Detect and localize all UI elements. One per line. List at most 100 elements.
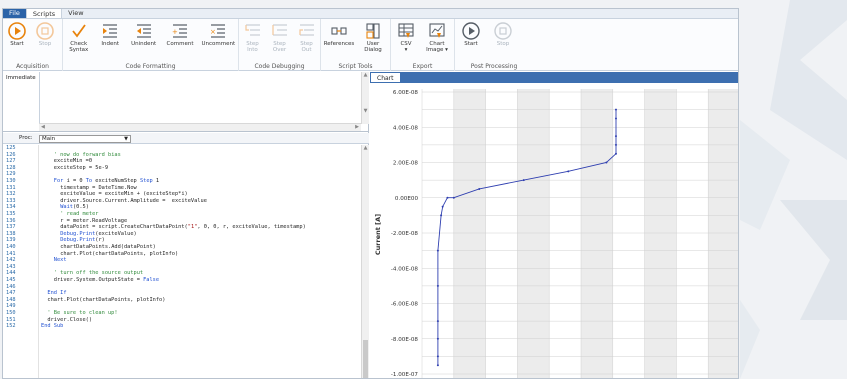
app-window: File Scripts View Start Stop Acquisition	[2, 8, 739, 379]
references-icon	[330, 22, 348, 40]
code-token: exciteNumStep	[92, 178, 140, 184]
code-token: Step	[139, 178, 153, 184]
post-processing-start-button[interactable]: Start	[456, 22, 486, 47]
step-over-button[interactable]: Step Over	[267, 22, 292, 53]
uncomment-button[interactable]: × Uncomment	[200, 22, 237, 47]
step-over-label: Step Over	[272, 41, 287, 53]
line-number-gutter: 125 126 127 128 129 130 131 132 133 134 135 136 137 1…	[3, 145, 39, 378]
immediate-input[interactable]	[39, 72, 361, 124]
scroll-thumb[interactable]	[363, 340, 368, 378]
code-token: Debug.Print	[60, 237, 96, 244]
tab-file[interactable]: File	[3, 9, 26, 18]
acquisition-start-button[interactable]: Start	[4, 22, 30, 47]
scroll-up-icon[interactable]: ▲	[362, 145, 369, 151]
data-point	[614, 152, 617, 155]
stop-icon	[494, 22, 512, 40]
data-point	[452, 196, 455, 199]
indent-label: Indent	[101, 41, 120, 47]
y-axis-label: Current [A]	[374, 214, 382, 255]
data-point	[614, 108, 617, 111]
data-point	[436, 249, 439, 252]
code-line: chart.Plot(chartDataPoints, plotInfo)	[47, 297, 165, 304]
code-token: chart.Plot(chartDataPoints, plotInfo)	[60, 250, 179, 257]
code-line: exciteStep = 5e-9	[54, 165, 108, 172]
unindent-button[interactable]: Unindent	[127, 22, 160, 47]
data-point	[436, 337, 439, 340]
references-label: References	[323, 41, 355, 47]
proc-value: Main	[42, 136, 56, 142]
data-point	[567, 170, 570, 173]
chart-image-export-button[interactable]: Chart Image ▾	[422, 22, 452, 53]
group-label-export: Export	[412, 63, 433, 70]
code-token: ' turn off the source output	[53, 270, 144, 277]
post-stop-label: Stop	[496, 41, 510, 47]
play-icon	[462, 22, 480, 40]
y-tick-label: -6.00E-08	[391, 302, 419, 308]
proc-bar: Proc: Main ▼	[3, 133, 369, 144]
code-token: r = meter.ReadVoltage	[60, 217, 128, 224]
grid-band	[453, 89, 486, 378]
chart-image-label: Chart Image ▾	[426, 41, 448, 53]
group-code-debugging: Step Into Step Over Step Out Code Debugg…	[239, 19, 321, 71]
chart-image-icon	[428, 22, 446, 40]
code-token: exciteMin =0	[53, 158, 93, 165]
proc-dropdown[interactable]: Main ▼	[39, 135, 131, 143]
user-dialog-icon	[364, 22, 382, 40]
code-token: i = 0	[63, 178, 86, 184]
indent-button[interactable]: Indent	[95, 22, 124, 47]
code-token: driver.Close()	[47, 316, 93, 323]
tab-view[interactable]: View	[62, 9, 89, 18]
start-label: Start	[10, 41, 24, 47]
immediate-horizontal-scrollbar[interactable]: ◀ ▶	[39, 123, 361, 131]
code-editor[interactable]: 125 126 127 128 129 130 131 132 133 134 135 136 137 1…	[3, 145, 369, 378]
tab-scripts[interactable]: Scripts	[25, 9, 63, 18]
group-export: CSV ▾ Chart Image ▾ Export	[391, 19, 455, 71]
y-tick-label: -8.00E-08	[391, 337, 419, 343]
code-line: driver.System.OutputState = False	[54, 277, 159, 284]
y-tick-label: -1.00E-07	[391, 372, 419, 378]
scroll-left-icon[interactable]: ◀	[41, 124, 45, 130]
step-into-label: Step Into	[246, 41, 259, 53]
code-line: Next	[54, 257, 67, 264]
user-dialog-button[interactable]: User Dialog	[358, 22, 388, 53]
step-out-icon	[298, 22, 316, 40]
group-label-acquisition: Acquisition	[16, 63, 49, 70]
acquisition-stop-button[interactable]: Stop	[32, 22, 58, 47]
code-token: driver.Source.Current.Amplitude = excite…	[60, 197, 207, 204]
step-into-button[interactable]: Step Into	[240, 22, 265, 53]
scroll-right-icon[interactable]: ▶	[355, 124, 359, 130]
y-tick-label: 2.00E-08	[393, 161, 419, 167]
immediate-vertical-scrollbar[interactable]: ▲ ▼	[361, 72, 369, 124]
tab-chart[interactable]: Chart	[370, 72, 401, 83]
step-out-button[interactable]: Step Out	[294, 22, 319, 53]
check-syntax-label: Check Syntax	[69, 41, 89, 53]
code-token: End Sub	[41, 323, 64, 330]
y-tick-label: 6.00E-08	[393, 90, 419, 96]
code-token: ' read meter	[60, 211, 99, 217]
code-token: exciteStep = 5e-9	[53, 164, 109, 171]
svg-text:×: ×	[210, 28, 216, 36]
group-label-script-tools: Script Tools	[338, 63, 373, 70]
play-icon	[8, 22, 26, 40]
code-token: (0.5)	[72, 204, 89, 211]
step-over-icon	[271, 22, 289, 40]
code-token: exciteValue = exciteMin + (exciteStep*i)	[60, 191, 188, 198]
stop-icon	[36, 22, 54, 40]
data-point	[436, 364, 439, 367]
comment-button[interactable]: + Comment	[162, 22, 197, 47]
group-acquisition: Start Stop Acquisition	[3, 19, 63, 71]
script-pane: Immediate ▲ ▼ ◀ ▶ Proc: Main ▼ 125 126 1…	[3, 72, 369, 378]
code-token: Wait	[60, 204, 73, 211]
post-processing-stop-button[interactable]: Stop	[488, 22, 518, 47]
csv-export-button[interactable]: CSV ▾	[392, 22, 420, 53]
editor-vertical-scrollbar[interactable]: ▲	[361, 145, 369, 378]
code-token: 1	[152, 178, 160, 184]
code-area[interactable]: ' now do forward bias exciteMin =0 exciteS…	[41, 145, 361, 378]
csv-label: CSV ▾	[400, 41, 412, 53]
references-button[interactable]: References	[322, 22, 356, 47]
scroll-down-icon[interactable]: ▼	[362, 108, 369, 114]
scroll-up-icon[interactable]: ▲	[362, 72, 369, 78]
uncomment-label: Uncomment	[201, 41, 236, 47]
workspace: Immediate ▲ ▼ ◀ ▶ Proc: Main ▼ 125 126 1…	[3, 72, 738, 378]
check-syntax-button[interactable]: Check Syntax	[64, 22, 93, 53]
